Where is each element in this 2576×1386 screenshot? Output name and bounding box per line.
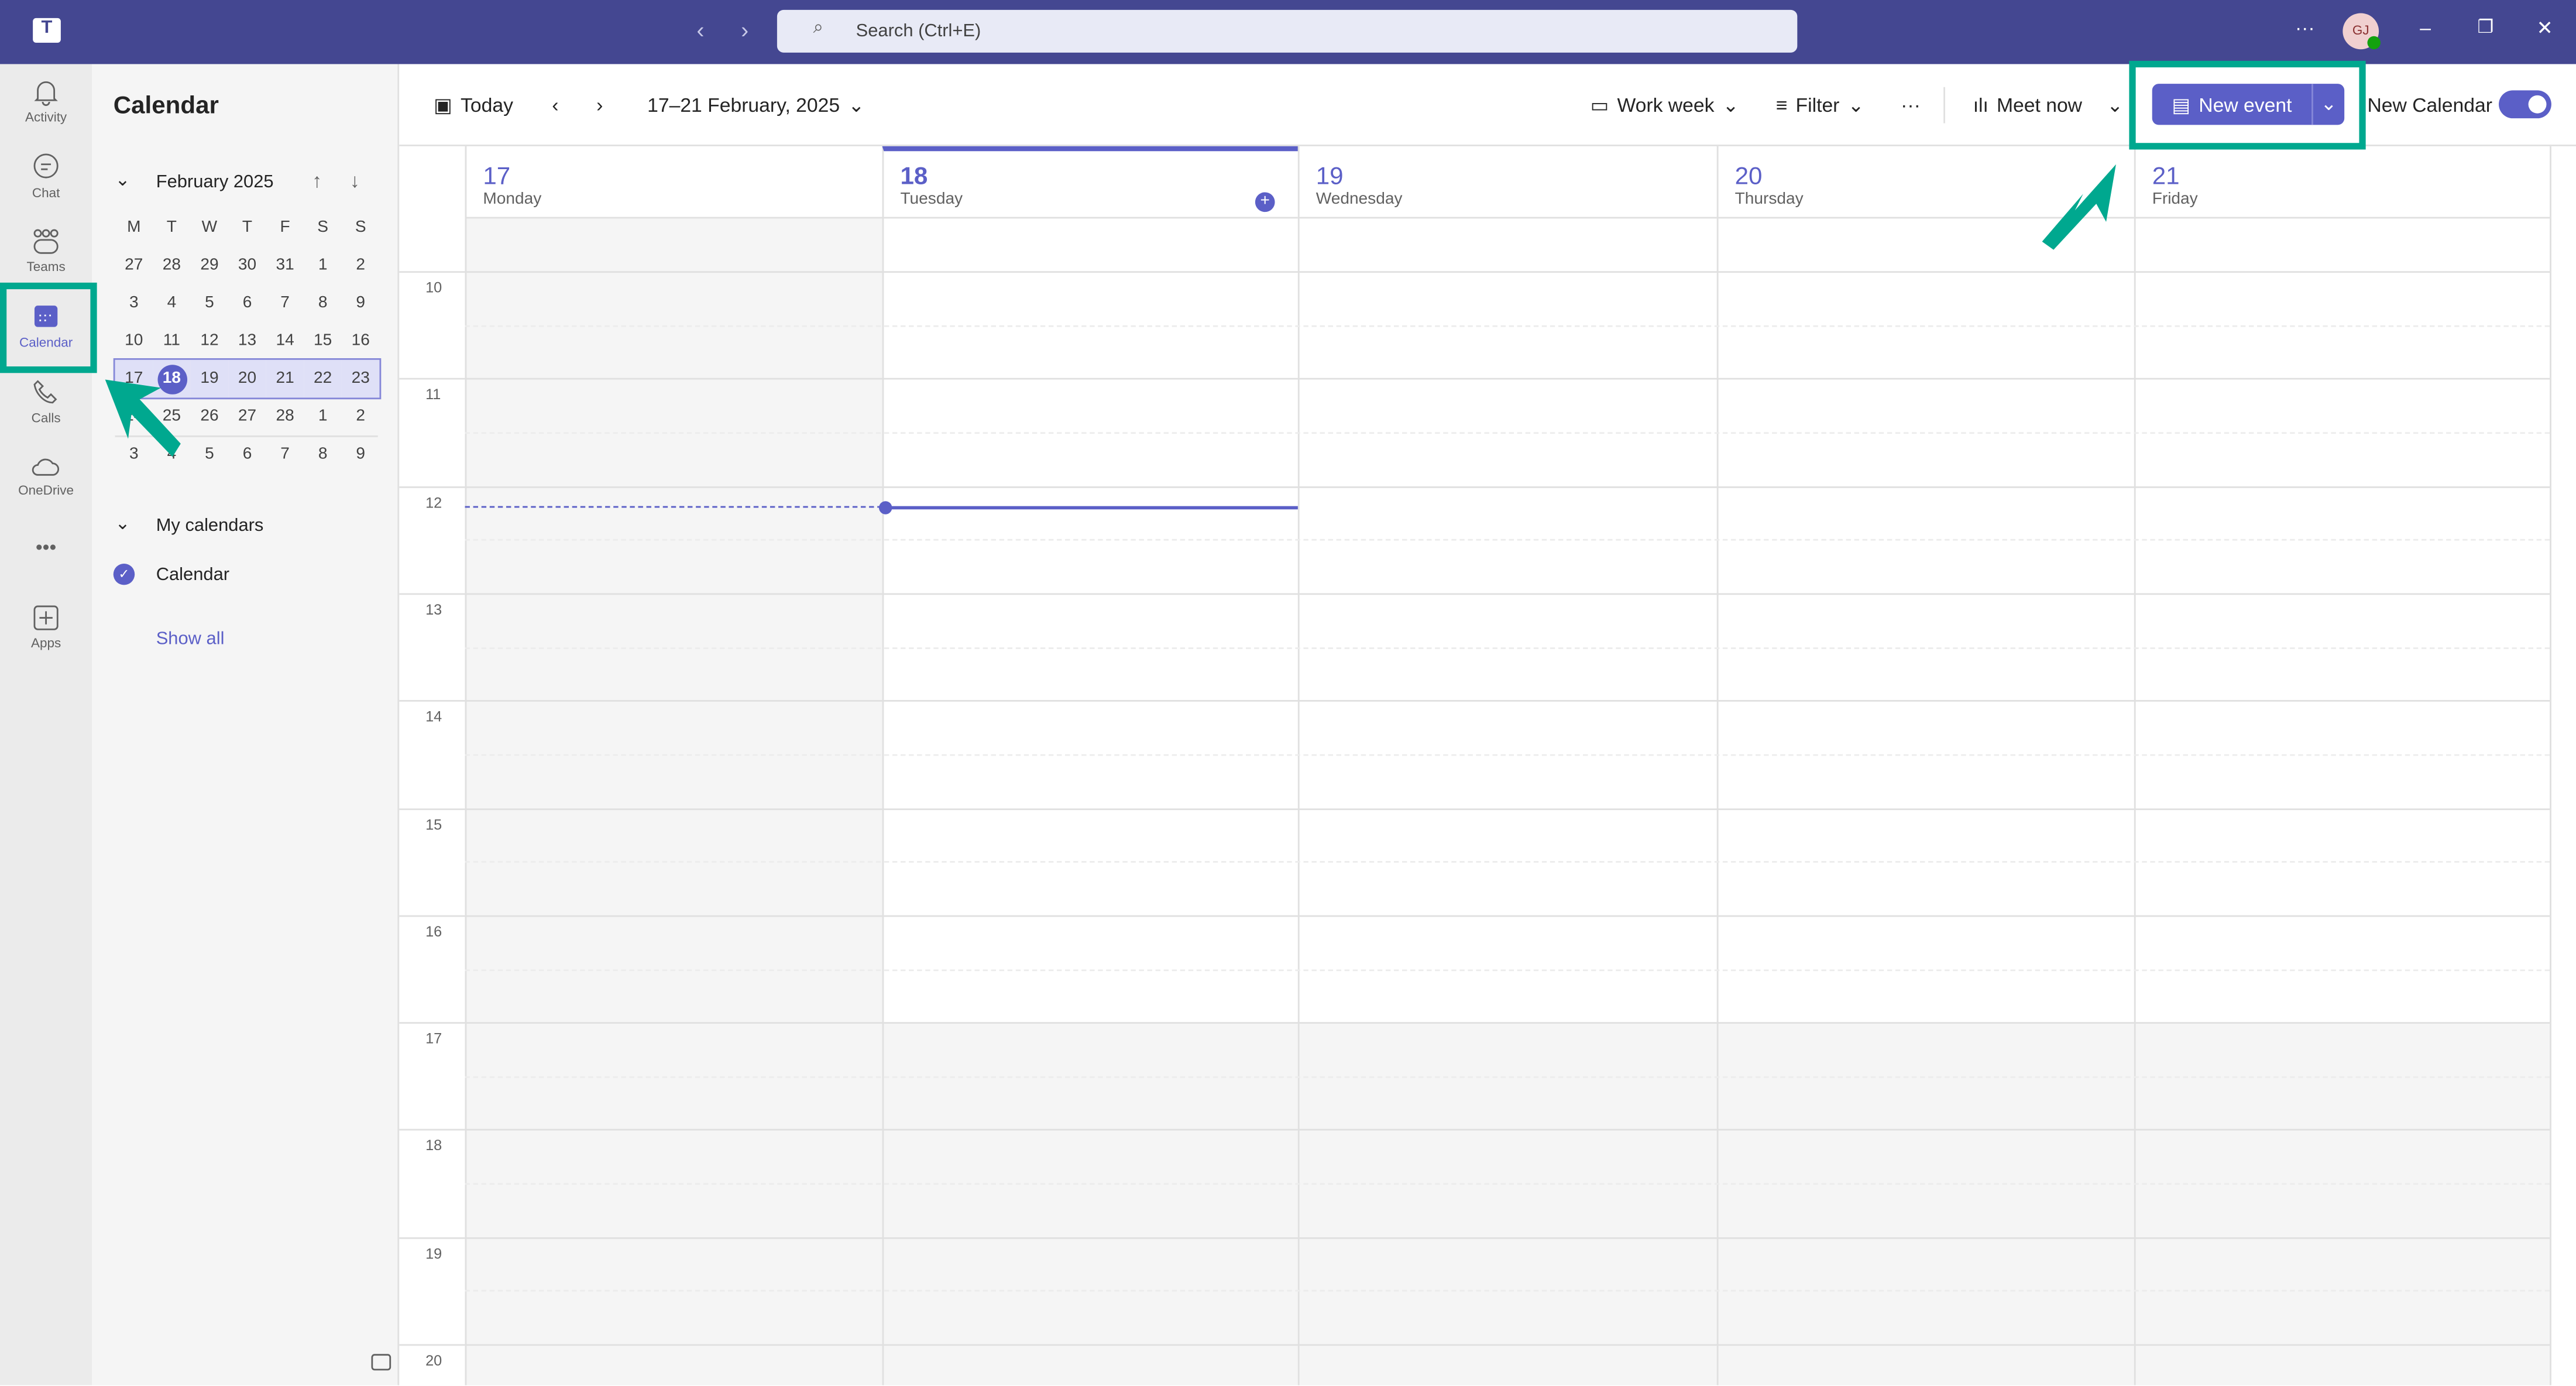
annotation-arrows xyxy=(105,164,2116,457)
arrow-icon xyxy=(2042,164,2116,250)
arrow-icon xyxy=(105,379,181,457)
